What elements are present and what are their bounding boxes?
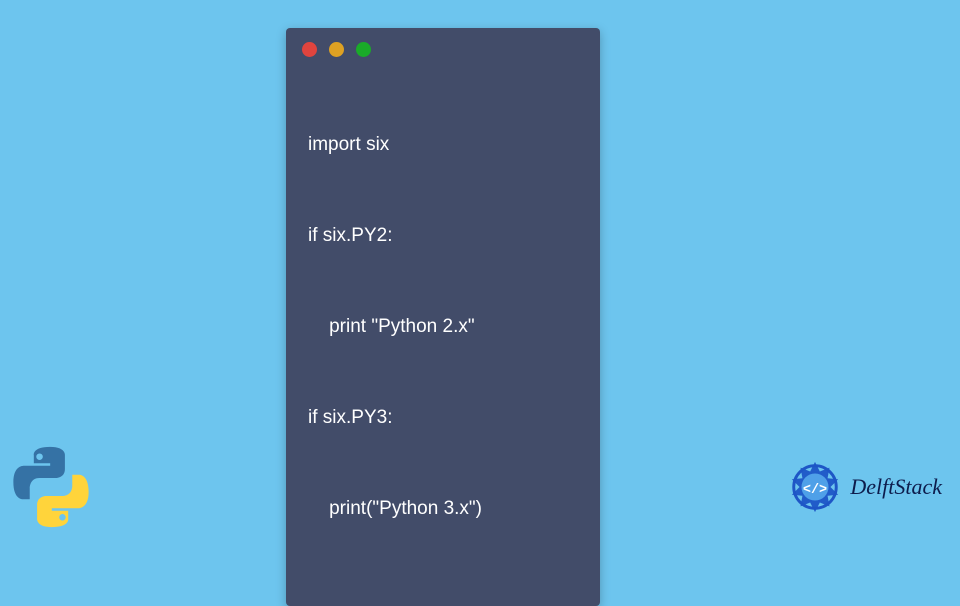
svg-text:</>: </> <box>803 483 827 498</box>
code-line: print "Python 2.x" <box>308 312 580 342</box>
delftstack-brand: </> DelftStack <box>786 458 942 516</box>
maximize-icon <box>356 42 371 57</box>
code-line: if six.PY3: <box>308 403 580 433</box>
minimize-icon <box>329 42 344 57</box>
code-window: import six if six.PY2: print "Python 2.x… <box>286 28 600 606</box>
code-line: if six.PY2: <box>308 221 580 251</box>
python-logo-icon <box>6 442 96 532</box>
code-block: import six if six.PY2: print "Python 2.x… <box>286 67 600 588</box>
code-line: print("Python 3.x") <box>308 494 580 524</box>
close-icon <box>302 42 317 57</box>
window-traffic-lights <box>286 28 600 67</box>
code-line: import six <box>308 130 580 160</box>
delftstack-brand-text: DelftStack <box>850 474 942 500</box>
delftstack-emblem-icon: </> <box>786 458 844 516</box>
